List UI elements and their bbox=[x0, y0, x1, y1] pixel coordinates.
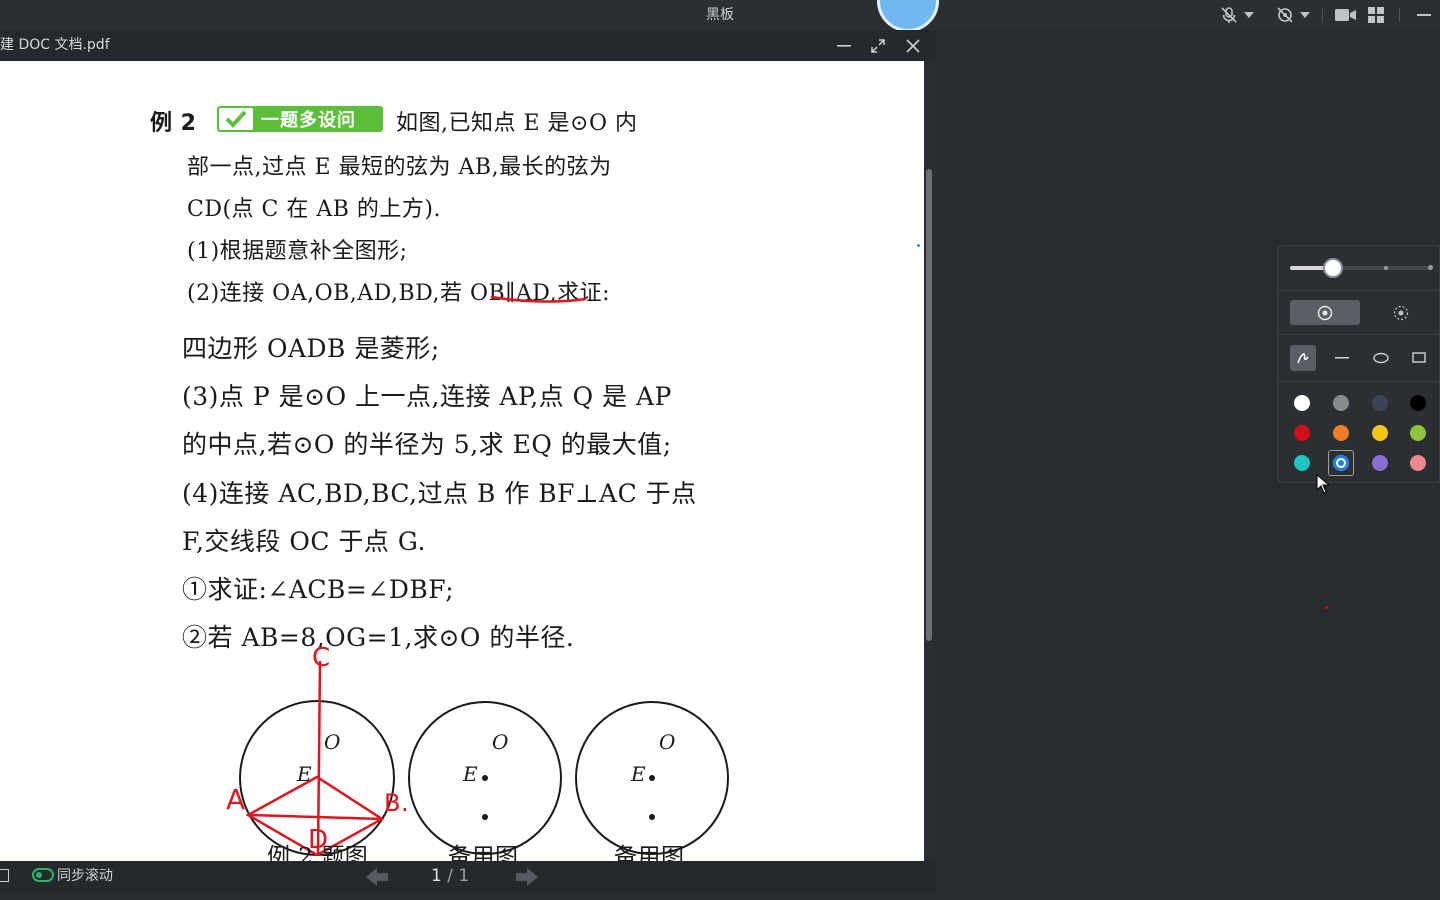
grid-layout-icon[interactable] bbox=[1361, 7, 1391, 23]
fig1-label-e: E bbox=[297, 762, 313, 786]
arrow-left-icon bbox=[366, 868, 388, 886]
top-bar: 黑板 bbox=[0, 0, 1440, 32]
pen-style-glow-button[interactable] bbox=[1366, 300, 1436, 325]
pdf-fullscreen-button[interactable] bbox=[865, 34, 891, 58]
prev-page-button[interactable] bbox=[366, 868, 388, 890]
timer-badge[interactable] bbox=[877, 0, 939, 32]
color-swatch[interactable] bbox=[1333, 425, 1349, 441]
blackboard-dot bbox=[917, 244, 920, 247]
glow-pen-icon bbox=[1393, 305, 1409, 320]
underline-annotation bbox=[490, 295, 587, 303]
toolbar-divider bbox=[1399, 8, 1400, 22]
page-indicator: 1 / 1 bbox=[431, 861, 469, 892]
pen-tool-button[interactable] bbox=[1290, 345, 1316, 371]
page-separator: / bbox=[447, 866, 453, 886]
speaker-muted-icon[interactable] bbox=[1274, 6, 1296, 24]
slider-tick bbox=[1384, 266, 1388, 270]
pen-size-slider[interactable] bbox=[1290, 258, 1433, 278]
color-swatch[interactable] bbox=[1294, 395, 1310, 411]
pdf-scrollbar-thumb[interactable] bbox=[926, 169, 932, 641]
panel-divider bbox=[1278, 381, 1439, 382]
pen-size-slider-knob[interactable] bbox=[1323, 258, 1343, 278]
next-page-button[interactable] bbox=[516, 868, 538, 890]
figure-backup-2 bbox=[575, 701, 729, 855]
freehand-pen-icon bbox=[1297, 353, 1309, 364]
sync-scroll-label: 同步滚动 bbox=[57, 868, 113, 884]
speaker-dropdown-chevron-icon[interactable] bbox=[1296, 12, 1314, 18]
minimize-icon[interactable] bbox=[1408, 14, 1440, 16]
pdf-scrollbar[interactable] bbox=[924, 61, 936, 861]
arrow-right-icon bbox=[516, 868, 538, 886]
pdf-viewer-window: 建 DOC 文档.pdf 例 2 一题多设问 如图,已知点 E 是⊙O 内 部一… bbox=[0, 30, 936, 892]
solid-pen-icon bbox=[1317, 305, 1333, 320]
mic-muted-icon[interactable] bbox=[1218, 6, 1240, 24]
panel-divider bbox=[1278, 334, 1439, 335]
handwritten-b: B. bbox=[384, 789, 410, 817]
chord-ab bbox=[247, 813, 383, 821]
panel-divider bbox=[1278, 290, 1439, 291]
pdf-bottom-bar: 同步滚动 1 / 1 bbox=[0, 861, 936, 892]
fig1-caption: 例 2 题图 bbox=[267, 844, 369, 861]
fullscreen-icon bbox=[871, 39, 885, 53]
fig2-label-o: O bbox=[492, 730, 509, 754]
fig3-label-o: O bbox=[659, 730, 676, 754]
ellipse-icon bbox=[1373, 352, 1389, 364]
pen-settings-panel bbox=[1277, 245, 1440, 483]
point-o bbox=[482, 775, 488, 781]
handwritten-a: A bbox=[226, 783, 246, 816]
page-total: 1 bbox=[458, 866, 470, 886]
color-swatch[interactable] bbox=[1294, 455, 1310, 471]
fig3-label-e: E bbox=[631, 762, 647, 786]
color-swatch[interactable] bbox=[1294, 425, 1310, 441]
point-o bbox=[649, 775, 655, 781]
color-swatch[interactable] bbox=[1410, 425, 1426, 441]
camera-icon[interactable] bbox=[1331, 8, 1361, 22]
top-toolbar bbox=[1218, 0, 1440, 30]
color-swatch[interactable] bbox=[1372, 425, 1388, 441]
slider-tick bbox=[1428, 265, 1433, 270]
color-swatch[interactable] bbox=[1372, 395, 1388, 411]
point-e bbox=[649, 814, 655, 820]
sync-scroll-toggle[interactable] bbox=[32, 868, 54, 882]
pdf-close-button[interactable] bbox=[900, 34, 926, 58]
fig1-label-o: O bbox=[324, 730, 341, 754]
fig2-label-e: E bbox=[463, 762, 479, 786]
page-view-icon[interactable] bbox=[0, 869, 9, 882]
color-swatch[interactable] bbox=[1410, 395, 1426, 411]
document-content: 例 2 一题多设问 如图,已知点 E 是⊙O 内 部一点,过点 E 最短的弦为 … bbox=[0, 61, 924, 861]
point-e bbox=[482, 814, 488, 820]
mic-dropdown-chevron-icon[interactable] bbox=[1240, 12, 1258, 18]
straight-line-icon bbox=[1335, 357, 1349, 359]
close-icon bbox=[906, 39, 920, 53]
pdf-titlebar: 建 DOC 文档.pdf bbox=[0, 30, 936, 61]
mouse-cursor-icon bbox=[1316, 474, 1330, 494]
color-swatch[interactable] bbox=[1410, 455, 1426, 471]
color-swatch[interactable] bbox=[1333, 395, 1349, 411]
fig3-caption: 备用图 bbox=[614, 844, 685, 861]
color-swatch[interactable] bbox=[1333, 455, 1349, 471]
figures-area bbox=[239, 660, 729, 857]
blackboard-dot bbox=[1325, 606, 1328, 609]
color-swatch[interactable] bbox=[1372, 455, 1388, 471]
ellipse-tool-button[interactable] bbox=[1368, 345, 1394, 371]
handwritten-c: C bbox=[312, 643, 331, 673]
figure-backup-1 bbox=[408, 701, 562, 855]
pdf-page[interactable]: 例 2 一题多设问 如图,已知点 E 是⊙O 内 部一点,过点 E 最短的弦为 … bbox=[0, 61, 924, 861]
pdf-minimize-button[interactable] bbox=[831, 34, 857, 58]
line-tool-button[interactable] bbox=[1329, 345, 1355, 371]
minimize-icon bbox=[837, 45, 851, 47]
toggle-knob bbox=[36, 872, 42, 878]
toolbar-divider bbox=[1322, 8, 1323, 22]
fig2-caption: 备用图 bbox=[448, 844, 519, 861]
rectangle-icon bbox=[1412, 352, 1426, 363]
rect-tool-button[interactable] bbox=[1406, 345, 1432, 371]
pen-style-solid-button[interactable] bbox=[1290, 300, 1360, 325]
pdf-file-name: 建 DOC 文档.pdf bbox=[0, 37, 110, 53]
page-current: 1 bbox=[431, 866, 442, 886]
